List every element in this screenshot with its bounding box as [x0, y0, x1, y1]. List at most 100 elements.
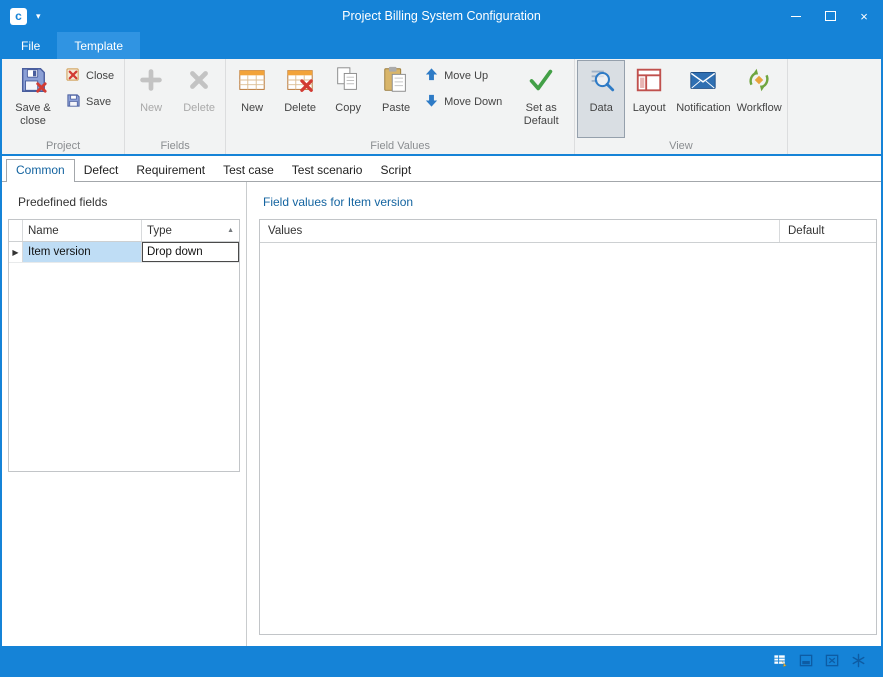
group-caption-project: Project	[4, 138, 122, 154]
column-header-type-label: Type	[147, 225, 172, 237]
statusbar	[2, 646, 881, 675]
save-icon	[66, 93, 81, 111]
save-close-icon	[18, 65, 48, 99]
ribbon-tab-row: File Template	[2, 32, 881, 59]
maximize-button[interactable]	[813, 0, 847, 32]
column-header-type[interactable]: Type ▲	[142, 220, 239, 241]
cell-field-type[interactable]: Drop down	[142, 242, 239, 262]
delete-value-button[interactable]: Delete	[276, 60, 324, 138]
view-layout-button[interactable]: Layout	[625, 60, 673, 138]
tab-common[interactable]: Common	[6, 159, 75, 182]
tab-defect[interactable]: Defect	[75, 160, 128, 181]
button-label: Workflow	[737, 102, 782, 115]
window-controls: ×	[779, 0, 881, 32]
group-caption-field-values: Field Values	[228, 138, 572, 154]
tab-test-case[interactable]: Test case	[214, 160, 283, 181]
titlebar: c ▾ Project Billing System Configuration…	[2, 0, 881, 32]
save-and-close-button[interactable]: Save & close	[4, 60, 62, 138]
tab-requirement[interactable]: Requirement	[127, 160, 214, 181]
group-caption-fields: Fields	[127, 138, 223, 154]
button-label: Close	[86, 70, 114, 82]
button-label: Delete	[183, 102, 215, 115]
button-label: New	[241, 102, 263, 115]
button-label: Data	[590, 102, 613, 115]
ribbon-tab-template[interactable]: Template	[57, 32, 140, 59]
delete-field-button[interactable]: Delete	[175, 60, 223, 138]
view-workflow-button[interactable]: Workflow	[734, 60, 785, 138]
green-check-icon	[526, 65, 556, 99]
button-label: Layout	[633, 102, 666, 115]
table-row[interactable]: ▶ Item version Drop down	[9, 242, 239, 263]
dock-panel-status-icon[interactable]	[798, 652, 815, 669]
field-values-caption: Field values for Item version	[263, 195, 881, 209]
button-label: Set as Default	[513, 102, 569, 128]
minimize-button[interactable]	[779, 0, 813, 32]
move-down-button[interactable]: Move Down	[420, 92, 510, 112]
paste-button[interactable]: Paste	[372, 60, 420, 138]
maximize-icon	[825, 11, 836, 21]
close-button[interactable]: ×	[847, 0, 881, 32]
column-header-name[interactable]: Name	[23, 220, 142, 241]
app-logo-icon[interactable]: c	[10, 8, 27, 25]
edit-grid-status-icon[interactable]	[772, 652, 789, 669]
content-area: Predefined fields Name Type ▲ ▶ Item ver…	[2, 182, 881, 646]
column-header-default[interactable]: Default	[780, 220, 876, 242]
data-search-icon	[586, 65, 616, 99]
paste-icon	[381, 65, 411, 99]
copy-button[interactable]: Copy	[324, 60, 372, 138]
move-up-button[interactable]: Move Up	[420, 66, 510, 86]
new-value-button[interactable]: New	[228, 60, 276, 138]
save-button[interactable]: Save	[62, 92, 122, 112]
button-label: Move Down	[444, 96, 502, 108]
grid-header-row: Name Type ▲	[9, 220, 239, 242]
button-label: Save	[86, 96, 111, 108]
sort-ascending-icon: ▲	[227, 227, 234, 234]
ribbon-tab-file[interactable]: File	[4, 32, 57, 59]
button-label: Paste	[382, 102, 410, 115]
group-caption-view: View	[577, 138, 784, 154]
quick-access-chevron-icon[interactable]: ▾	[36, 11, 41, 22]
tab-test-scenario[interactable]: Test scenario	[283, 160, 372, 181]
row-indicator-cell: ▶	[9, 242, 23, 262]
delete-table-icon	[285, 65, 315, 99]
cross-disabled-icon	[184, 65, 214, 99]
column-header-values[interactable]: Values	[260, 220, 780, 242]
button-label: Save & close	[7, 102, 59, 128]
layout-icon	[634, 65, 664, 99]
ribbon-group-project: Save & close Close Save	[2, 59, 125, 154]
new-table-icon	[237, 65, 267, 99]
theme-snowflake-status-icon[interactable]	[850, 652, 867, 669]
close-red-icon	[66, 67, 81, 85]
grid-empty-area	[260, 243, 876, 634]
button-label: Delete	[284, 102, 316, 115]
predefined-fields-panel: Predefined fields Name Type ▲ ▶ Item ver…	[2, 182, 247, 646]
ribbon-group-view: Data Layout Notification	[575, 59, 787, 154]
copy-icon	[333, 65, 363, 99]
predefined-fields-grid: Name Type ▲ ▶ Item version Drop down	[8, 219, 240, 472]
cell-field-name[interactable]: Item version	[23, 242, 142, 262]
ribbon-group-field-values: New Delete Copy	[226, 59, 575, 154]
plus-disabled-icon	[136, 65, 166, 99]
grid-header-row: Values Default	[260, 220, 876, 243]
row-indicator-header	[9, 220, 23, 241]
field-values-grid: Values Default	[259, 219, 877, 635]
close-panel-status-icon[interactable]	[824, 652, 841, 669]
envelope-icon	[688, 65, 718, 99]
close-template-button[interactable]: Close	[62, 66, 122, 86]
set-as-default-button[interactable]: Set as Default	[510, 60, 572, 138]
button-label: Copy	[335, 102, 361, 115]
ribbon-group-fields: New Delete Fields	[125, 59, 226, 154]
button-label: New	[140, 102, 162, 115]
predefined-fields-caption: Predefined fields	[18, 195, 246, 209]
page-tabs: Common Defect Requirement Test case Test…	[2, 156, 881, 182]
workflow-icon	[744, 65, 774, 99]
ribbon: Save & close Close Save	[2, 59, 881, 156]
minimize-icon	[791, 15, 801, 17]
arrow-down-icon	[424, 93, 439, 111]
view-notification-button[interactable]: Notification	[673, 60, 733, 138]
tab-script[interactable]: Script	[371, 160, 420, 181]
window-title: Project Billing System Configuration	[2, 9, 881, 23]
app-window: c ▾ Project Billing System Configuration…	[0, 0, 883, 677]
view-data-button[interactable]: Data	[577, 60, 625, 138]
new-field-button[interactable]: New	[127, 60, 175, 138]
